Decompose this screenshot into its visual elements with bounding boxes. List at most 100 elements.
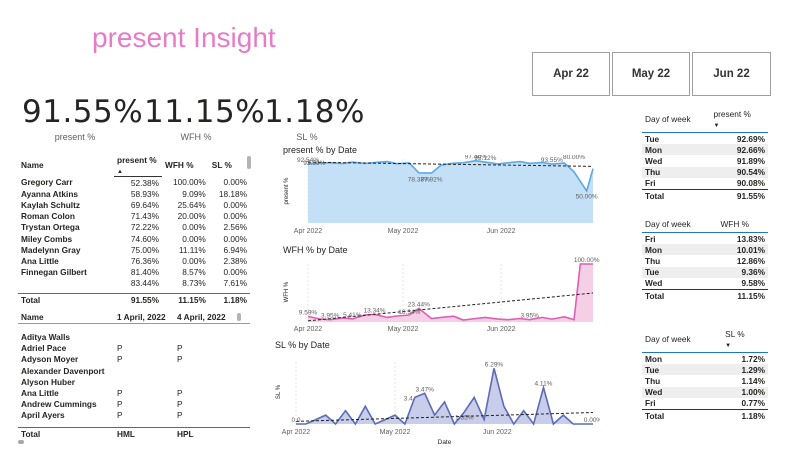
table-header-row: Name present % ▲ WFH % SL %: [18, 154, 250, 177]
column-header[interactable]: Day of week: [642, 328, 723, 353]
metric-cell: 9.58%: [741, 278, 765, 289]
table-header-row: Day of week WFH %: [642, 218, 768, 233]
column-header[interactable]: Name: [18, 154, 114, 177]
table-row[interactable]: Mon 92.66%: [642, 144, 768, 156]
total-value: HPL: [174, 427, 250, 440]
table-row[interactable]: Wed 91.89%: [642, 155, 768, 166]
column-header[interactable]: WFH %: [717, 218, 768, 233]
table-row[interactable]: Andrew Cummings P P: [18, 399, 250, 410]
table-row[interactable]: Wed 9.58%: [642, 278, 768, 290]
table-row[interactable]: Adriel Pace P P: [18, 343, 250, 354]
day-cell: Fri: [645, 398, 656, 409]
table-row[interactable]: Thu 1.14%: [642, 375, 768, 386]
total-row: Total 11.15%: [642, 288, 768, 302]
employee-name-cell: Miley Combs: [21, 233, 73, 244]
sl-by-date-chart[interactable]: 6.29% 3.47% 4.11% 3.4 1.35% 0.00% 0.0 Apr 2022 M…: [272, 352, 600, 450]
metric-cell: 9.09%: [182, 188, 206, 199]
table-row[interactable]: Adyson Moyer P P: [18, 354, 250, 365]
table-row[interactable]: Madelynn Gray 75.00% 11.11% 6.94%: [18, 244, 250, 255]
column-header[interactable]: SL %: [209, 154, 250, 177]
table-row[interactable]: Kaylah Schultz 69.64% 25.64% 0.00%: [18, 199, 250, 210]
table-row[interactable]: Aditya Walls: [18, 332, 250, 343]
daily-table-container[interactable]: Name 1 April, 2022 4 April, 2022 Aditya …: [18, 311, 250, 428]
table-row[interactable]: Mon 10.01%: [642, 244, 768, 256]
day-cell: Thu: [645, 255, 661, 266]
table-row[interactable]: Trystan Ortega 72.22% 0.00% 2.56%: [18, 222, 250, 233]
data-label: 77.92%: [420, 176, 442, 183]
total-label: Total: [18, 293, 114, 306]
x-tick-label: May 2022: [388, 326, 419, 333]
table-row[interactable]: 83.44% 8.73% 7.61%: [18, 278, 250, 289]
horizontal-scrollbar-thumb[interactable]: [18, 440, 24, 444]
total-value: 11.15%: [162, 293, 209, 306]
metric-cell: 0.00%: [223, 211, 247, 222]
metric-cell: 0.77%: [741, 398, 765, 409]
x-tick-label: Jun 2022: [487, 326, 516, 333]
day-cell: Tue: [645, 133, 660, 144]
table-row[interactable]: Thu 12.86%: [642, 255, 768, 266]
day-cell: Mon: [642, 244, 718, 256]
table-row[interactable]: Ana Little 76.36% 0.00% 2.38%: [18, 255, 250, 266]
table-row[interactable]: Mon 1.72%: [642, 353, 768, 365]
x-axis-label: Date: [438, 439, 452, 446]
attendance-cell: P: [117, 354, 123, 365]
slicer-jun-22[interactable]: Jun 22: [692, 52, 771, 96]
table-row[interactable]: Thu 90.54%: [642, 166, 768, 178]
metric-cell: 58.93%: [130, 188, 159, 199]
column-header-sorted[interactable]: SL % ▼: [722, 328, 768, 353]
table-row[interactable]: Alyson Huber: [18, 376, 250, 387]
table-row[interactable]: Fri 13.83%: [642, 233, 768, 245]
present-by-date-chart[interactable]: 92.54%93.59%78.38%77.92%97.40%95.12% 93.5…: [280, 155, 600, 239]
table-row[interactable]: Ana Little P P: [18, 387, 250, 398]
table-row[interactable]: Gregory Carr 52.38% 100.00% 0.00%: [18, 177, 250, 189]
slicer-may-22[interactable]: May 22: [612, 52, 690, 96]
attendance-cell: P: [117, 410, 123, 421]
slicer-apr-22[interactable]: Apr 22: [532, 52, 610, 96]
table-row[interactable]: Roman Colon 71.43% 20.00% 0.00%: [18, 211, 250, 222]
total-row: Total HML HPL: [18, 427, 250, 440]
chart-title: present % by Date: [283, 145, 358, 155]
table-row[interactable]: Finnegan Gilbert 81.40% 8.57% 0.00%: [18, 267, 250, 278]
table-row[interactable]: Ayanna Atkins 58.93% 9.09% 18.18%: [18, 188, 250, 199]
column-header[interactable]: Day of week: [642, 218, 718, 233]
attendance-cell: [114, 365, 174, 376]
column-header-sorted[interactable]: present % ▲: [114, 154, 162, 177]
metric-cell: 71.43%: [130, 211, 159, 222]
total-row: Total 91.55% 11.15% 1.18%: [18, 293, 250, 306]
table-row[interactable]: Alexander Davenport: [18, 365, 250, 376]
total-label: Total: [642, 408, 723, 422]
wfh-by-date-chart[interactable]: 9.59% 3.95% 5.41%13.34% 10.34%23.44%3.95%10…: [280, 256, 600, 336]
attendance-cell: [114, 376, 174, 387]
table-row[interactable]: Tue 9.36%: [642, 266, 768, 278]
scrollbar-thumb[interactable]: [247, 156, 251, 169]
x-tick-label: Apr 2022: [282, 429, 311, 436]
table-row[interactable]: Fri 90.08%: [642, 178, 768, 190]
column-header[interactable]: Name: [18, 311, 114, 324]
column-header-sorted[interactable]: present % ▼: [710, 108, 768, 133]
employee-name-cell: Kaylah Schultz: [21, 199, 81, 210]
data-label: 0.0: [291, 417, 300, 424]
employee-name-cell: Roman Colon: [21, 211, 75, 222]
column-header[interactable]: WFH %: [162, 154, 209, 177]
table-row[interactable]: Wed 1.00%: [642, 386, 768, 398]
scrollbar-thumb[interactable]: [237, 313, 241, 321]
metric-cell: 0.00%: [223, 233, 247, 244]
column-header[interactable]: Day of week: [642, 108, 711, 133]
total-value: HML: [114, 427, 174, 440]
employee-table-container[interactable]: Name present % ▲ WFH % SL % Gregory Carr 5…: [18, 154, 250, 304]
table-row[interactable]: Tue 1.29%: [642, 364, 768, 376]
table-row[interactable]: Tue 92.69%: [642, 133, 768, 145]
employee-name-cell: Madelynn Gray: [21, 244, 81, 255]
table-row[interactable]: Fri 0.77%: [642, 398, 768, 410]
x-tick-label: Apr 2022: [294, 228, 323, 235]
metric-cell: 90.08%: [736, 178, 765, 189]
column-header[interactable]: 1 April, 2022: [114, 311, 174, 324]
table-row[interactable]: Miley Combs 74.60% 0.00% 0.00%: [18, 233, 250, 244]
table-row[interactable]: April Ayers P P: [18, 410, 250, 421]
column-header-label: SL %: [725, 329, 745, 339]
kpi-value: 11.15%: [144, 94, 266, 130]
y-axis-label: SL %: [276, 384, 282, 399]
metric-cell: 91.89%: [736, 155, 765, 166]
employee-name-cell: [18, 278, 114, 289]
metric-cell: 76.36%: [130, 255, 159, 266]
